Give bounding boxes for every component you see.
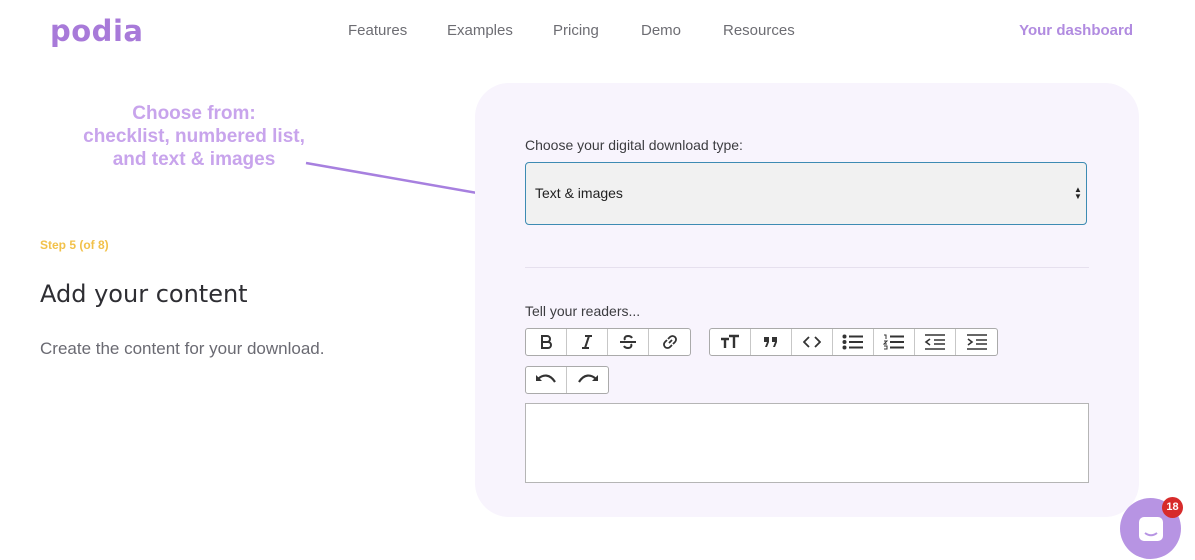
indent-button[interactable] bbox=[956, 329, 997, 355]
step-indicator: Step 5 (of 8) bbox=[40, 238, 109, 252]
annotation-line-2: checklist, numbered list, bbox=[83, 126, 305, 147]
editor-toolbar-row-2 bbox=[525, 366, 609, 394]
quote-icon bbox=[764, 337, 777, 347]
indent-icon bbox=[966, 334, 987, 350]
notification-badge: 18 bbox=[1162, 497, 1183, 518]
annotation-line-1: Choose from: bbox=[132, 103, 256, 124]
code-button[interactable] bbox=[792, 329, 833, 355]
heading-button[interactable] bbox=[710, 329, 751, 355]
undo-icon bbox=[536, 374, 556, 383]
nav-features[interactable]: Features bbox=[348, 22, 407, 39]
outdent-button[interactable] bbox=[915, 329, 956, 355]
code-icon bbox=[803, 336, 821, 348]
strikethrough-icon bbox=[620, 334, 636, 350]
outdent-icon bbox=[924, 334, 945, 350]
bold-button[interactable] bbox=[526, 329, 567, 355]
history-group bbox=[525, 366, 609, 394]
bullet-list-button[interactable] bbox=[833, 329, 874, 355]
strikethrough-button[interactable] bbox=[608, 329, 649, 355]
nav-pricing[interactable]: Pricing bbox=[553, 22, 599, 39]
link-button[interactable] bbox=[649, 329, 690, 355]
text-format-group bbox=[525, 328, 691, 356]
download-type-label: Choose your digital download type: bbox=[525, 137, 743, 153]
block-format-group bbox=[709, 328, 998, 356]
undo-button[interactable] bbox=[526, 367, 567, 393]
your-dashboard-link[interactable]: Your dashboard bbox=[1019, 22, 1133, 39]
link-icon bbox=[662, 335, 677, 349]
numbered-list-icon bbox=[883, 334, 904, 350]
redo-button[interactable] bbox=[567, 367, 608, 393]
nav-demo[interactable]: Demo bbox=[641, 22, 681, 39]
bold-icon bbox=[541, 335, 552, 349]
download-type-value: Text & images bbox=[535, 185, 623, 201]
readers-label: Tell your readers... bbox=[525, 303, 641, 319]
nav-resources[interactable]: Resources bbox=[723, 22, 795, 39]
section-divider bbox=[525, 267, 1089, 268]
annotation-callout: Choose from: checklist, numbered list, a… bbox=[60, 102, 328, 171]
quote-button[interactable] bbox=[751, 329, 792, 355]
select-arrows-icon: ▲ ▼ bbox=[1074, 185, 1082, 201]
editor-toolbar-row-1 bbox=[525, 328, 998, 356]
top-nav: Features Examples Pricing Demo Resources bbox=[0, 22, 1195, 42]
chat-icon bbox=[1138, 516, 1163, 541]
italic-icon bbox=[582, 335, 592, 349]
nav-examples[interactable]: Examples bbox=[447, 22, 513, 39]
numbered-list-button[interactable] bbox=[874, 329, 915, 355]
content-editor[interactable] bbox=[525, 403, 1089, 483]
annotation-line-3: and text & images bbox=[112, 149, 276, 170]
download-type-select[interactable]: Text & images ▲ ▼ bbox=[525, 162, 1087, 225]
heading-icon bbox=[721, 334, 739, 348]
redo-icon bbox=[577, 374, 598, 383]
page-subtitle: Create the content for your download. bbox=[40, 339, 325, 358]
bullet-list-icon bbox=[842, 334, 863, 350]
page-title: Add your content bbox=[40, 280, 248, 308]
italic-button[interactable] bbox=[567, 329, 608, 355]
